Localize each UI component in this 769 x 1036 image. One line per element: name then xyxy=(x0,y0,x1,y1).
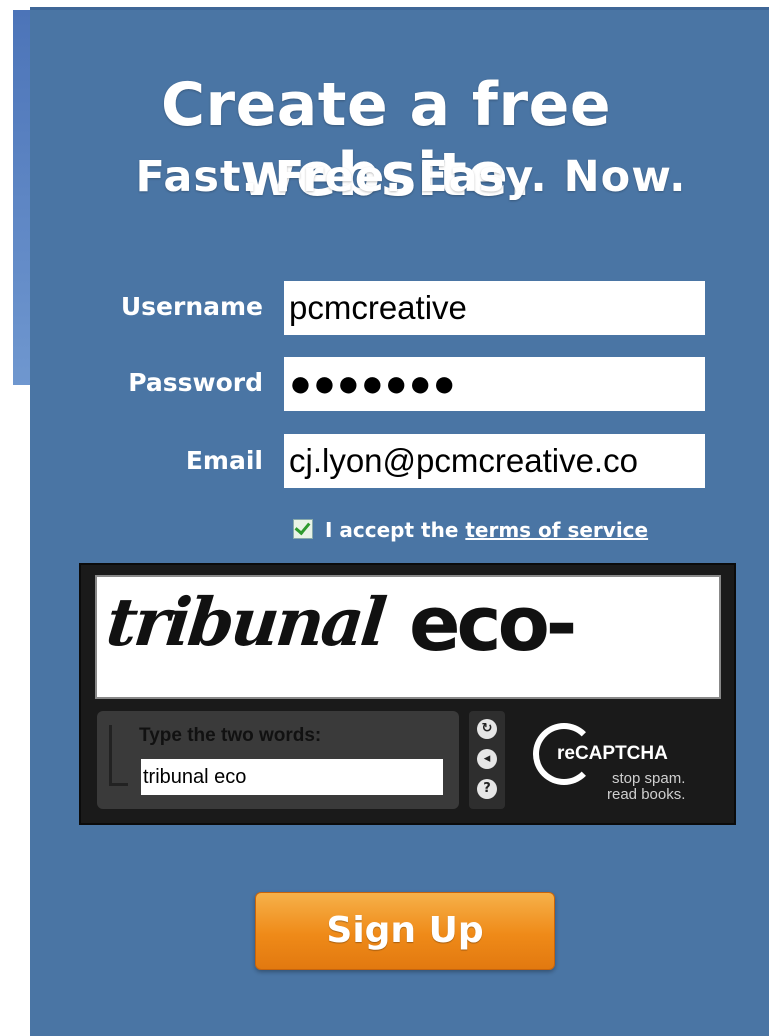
username-label: Username xyxy=(120,292,263,321)
username-field[interactable]: pcmcreative xyxy=(284,281,705,335)
left-accent-bar xyxy=(13,10,30,385)
recaptcha-tagline: stop spam. read books. xyxy=(607,771,685,803)
password-field[interactable]: ●●●●●●● xyxy=(284,357,705,411)
email-field[interactable]: cj.lyon@pcmcreative.co xyxy=(284,434,705,488)
arrow-icon xyxy=(109,725,128,786)
reload-icon[interactable]: ↻ xyxy=(477,719,497,739)
password-label: Password xyxy=(128,368,263,397)
tagline-line-2: read books. xyxy=(607,786,686,803)
captcha-controls: ↻ ◂ ? xyxy=(469,711,505,809)
captcha-prompt: Type the two words: xyxy=(139,725,322,746)
signup-button[interactable]: Sign Up xyxy=(255,892,555,970)
captcha-word-2: eco- xyxy=(409,579,577,668)
tos-text: I accept the xyxy=(325,518,466,542)
captcha-image: tribunal eco- xyxy=(95,575,721,699)
email-label: Email xyxy=(185,446,263,475)
tos-row: I accept the terms of service xyxy=(293,518,648,542)
audio-icon[interactable]: ◂ xyxy=(477,749,497,769)
tos-link[interactable]: terms of service xyxy=(465,518,648,542)
recaptcha-brand: reCAPTCHA xyxy=(557,743,668,764)
captcha-input[interactable] xyxy=(141,759,443,795)
tagline-line-1: stop spam. xyxy=(612,770,686,787)
tos-checkbox[interactable] xyxy=(293,518,313,539)
captcha-widget: tribunal eco- Type the two words: ↻ ◂ ? … xyxy=(79,563,736,825)
page-subtitle: Fast. Free. Easy. Now. xyxy=(135,152,687,202)
help-icon[interactable]: ? xyxy=(477,779,497,799)
captcha-word-1: tribunal xyxy=(102,583,388,661)
captcha-answer-box: Type the two words: xyxy=(97,711,459,809)
recaptcha-logo: reCAPTCHA stop spam. read books. xyxy=(531,715,711,810)
